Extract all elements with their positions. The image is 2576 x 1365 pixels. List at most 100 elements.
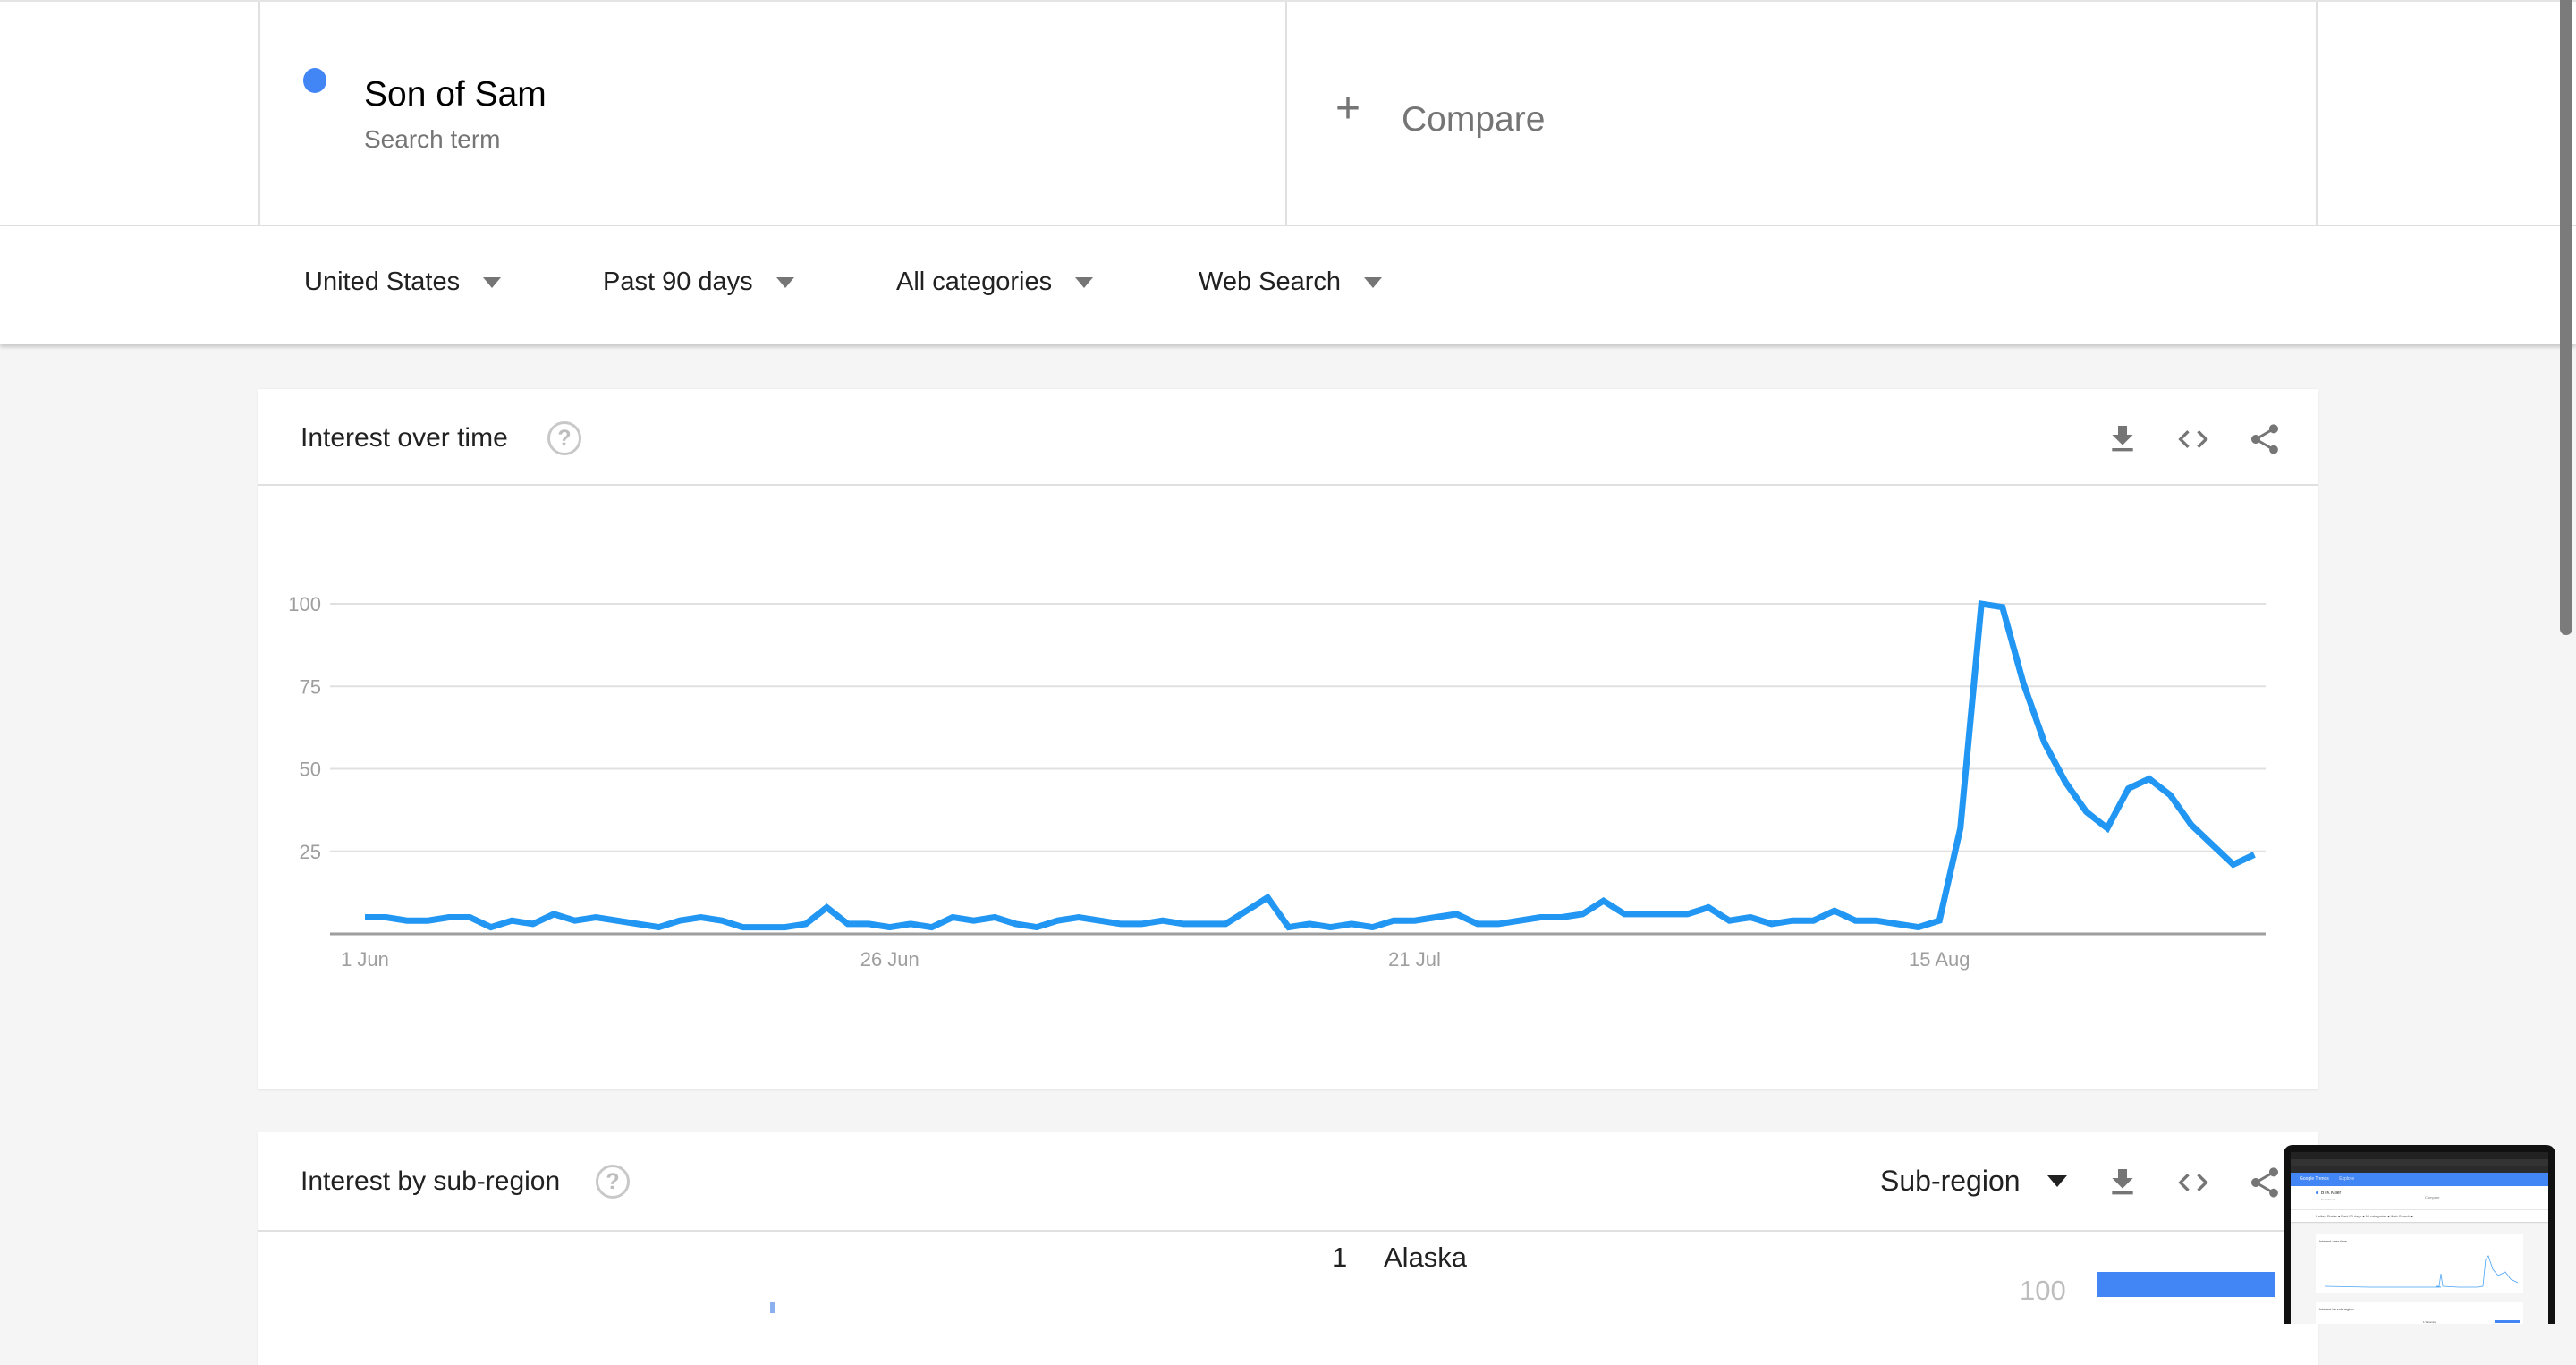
data-point[interactable] bbox=[1556, 912, 1567, 923]
data-point[interactable] bbox=[548, 909, 559, 920]
filter-category[interactable]: All categories bbox=[896, 267, 1094, 297]
search-term-card[interactable]: Son of Sam Search term bbox=[258, 2, 1287, 226]
data-point[interactable] bbox=[1640, 909, 1651, 920]
data-point[interactable] bbox=[1661, 909, 1672, 920]
data-point[interactable] bbox=[927, 922, 937, 933]
data-point[interactable] bbox=[2081, 806, 2092, 817]
screenshot-thumbnail-preview[interactable]: Google Trends Explore BTK Killer Search … bbox=[2284, 1145, 2555, 1324]
data-point[interactable] bbox=[716, 915, 727, 926]
data-point[interactable] bbox=[696, 912, 707, 923]
data-point[interactable] bbox=[1410, 915, 1420, 926]
embed-code-icon[interactable] bbox=[2175, 1165, 2211, 1200]
data-point[interactable] bbox=[885, 922, 895, 933]
page-scrollbar[interactable] bbox=[2560, 0, 2572, 635]
data-point[interactable] bbox=[2102, 823, 2113, 834]
data-point[interactable] bbox=[779, 922, 790, 933]
data-point[interactable] bbox=[1724, 915, 1735, 926]
data-point[interactable] bbox=[1514, 915, 1525, 926]
data-point[interactable] bbox=[2018, 678, 2029, 689]
download-icon[interactable] bbox=[2105, 1165, 2140, 1200]
data-point[interactable] bbox=[1850, 915, 1860, 926]
data-point[interactable] bbox=[2186, 819, 2197, 830]
data-point[interactable] bbox=[1619, 909, 1630, 920]
data-point[interactable] bbox=[1745, 912, 1756, 923]
data-point[interactable] bbox=[590, 912, 601, 923]
data-point[interactable] bbox=[1011, 919, 1021, 929]
data-point[interactable] bbox=[570, 915, 580, 926]
data-point[interactable] bbox=[1220, 919, 1231, 929]
data-point[interactable] bbox=[1955, 823, 1966, 834]
data-point[interactable] bbox=[1388, 915, 1399, 926]
data-point[interactable] bbox=[2039, 737, 2050, 748]
data-point[interactable] bbox=[380, 912, 391, 923]
data-point[interactable] bbox=[632, 919, 643, 929]
data-point[interactable] bbox=[464, 912, 475, 923]
data-point[interactable] bbox=[422, 915, 433, 926]
data-point[interactable] bbox=[2207, 839, 2217, 850]
share-icon[interactable] bbox=[2247, 1165, 2283, 1200]
data-point[interactable] bbox=[1115, 919, 1126, 929]
data-point[interactable] bbox=[1304, 919, 1315, 929]
data-point[interactable] bbox=[1136, 919, 1147, 929]
data-point[interactable] bbox=[801, 919, 811, 929]
data-point[interactable] bbox=[843, 919, 853, 929]
data-point[interactable] bbox=[1682, 909, 1693, 920]
search-term-name[interactable]: Son of Sam bbox=[364, 75, 547, 114]
data-point[interactable] bbox=[1871, 915, 1882, 926]
data-point[interactable] bbox=[1346, 919, 1357, 929]
data-point[interactable] bbox=[1178, 919, 1189, 929]
data-point[interactable] bbox=[674, 915, 685, 926]
data-point[interactable] bbox=[2165, 790, 2175, 801]
interest-line-chart[interactable]: 25 50 75 100 1 Jun 26 Jun 21 Jul 15 Aug bbox=[258, 389, 2318, 1089]
series-line[interactable] bbox=[365, 599, 2256, 931]
data-point[interactable] bbox=[654, 922, 665, 933]
data-point[interactable] bbox=[1472, 919, 1483, 929]
data-point[interactable] bbox=[1913, 922, 1924, 933]
data-point[interactable] bbox=[737, 922, 748, 933]
data-point[interactable] bbox=[1031, 922, 1042, 933]
data-point[interactable] bbox=[486, 922, 496, 933]
data-point[interactable] bbox=[506, 915, 517, 926]
filter-time-range[interactable]: Past 90 days bbox=[603, 267, 794, 297]
data-point[interactable] bbox=[1094, 915, 1105, 926]
data-point[interactable] bbox=[989, 912, 1000, 923]
data-point[interactable] bbox=[863, 919, 874, 929]
data-point[interactable] bbox=[1157, 915, 1168, 926]
subregion-view-select[interactable]: Sub-region bbox=[1880, 1165, 2067, 1198]
help-icon[interactable]: ? bbox=[596, 1165, 630, 1199]
data-point[interactable] bbox=[1787, 915, 1798, 926]
data-point[interactable] bbox=[528, 919, 538, 929]
data-point[interactable] bbox=[1598, 895, 1609, 906]
data-point[interactable] bbox=[2060, 776, 2071, 787]
data-point[interactable] bbox=[612, 915, 623, 926]
data-point[interactable] bbox=[1892, 919, 1902, 929]
data-point[interactable] bbox=[1326, 922, 1336, 933]
data-point[interactable] bbox=[1284, 922, 1294, 933]
filter-region[interactable]: United States bbox=[304, 267, 502, 297]
data-point[interactable] bbox=[1934, 915, 1945, 926]
data-point[interactable] bbox=[1808, 915, 1818, 926]
data-point[interactable] bbox=[1053, 915, 1063, 926]
data-point[interactable] bbox=[2123, 784, 2133, 794]
data-point[interactable] bbox=[2144, 774, 2155, 784]
data-point[interactable] bbox=[1199, 919, 1210, 929]
data-point[interactable] bbox=[1430, 912, 1441, 923]
data-point[interactable] bbox=[1535, 912, 1546, 923]
filter-search-type[interactable]: Web Search bbox=[1199, 267, 1383, 297]
data-point[interactable] bbox=[947, 912, 958, 923]
data-point[interactable] bbox=[1368, 922, 1378, 933]
data-point[interactable] bbox=[1703, 902, 1714, 912]
data-point[interactable] bbox=[1241, 905, 1252, 916]
data-point[interactable] bbox=[402, 915, 412, 926]
data-point[interactable] bbox=[821, 902, 832, 912]
data-point[interactable] bbox=[1451, 909, 1462, 920]
data-point[interactable] bbox=[758, 922, 769, 933]
region-map[interactable] bbox=[770, 1302, 775, 1313]
data-point[interactable] bbox=[2249, 849, 2259, 860]
data-point[interactable] bbox=[1976, 598, 1987, 609]
data-point[interactable] bbox=[444, 912, 454, 923]
data-point[interactable] bbox=[1073, 912, 1084, 923]
data-point[interactable] bbox=[1766, 919, 1776, 929]
data-point[interactable] bbox=[2228, 860, 2239, 870]
data-point[interactable] bbox=[1262, 892, 1273, 903]
